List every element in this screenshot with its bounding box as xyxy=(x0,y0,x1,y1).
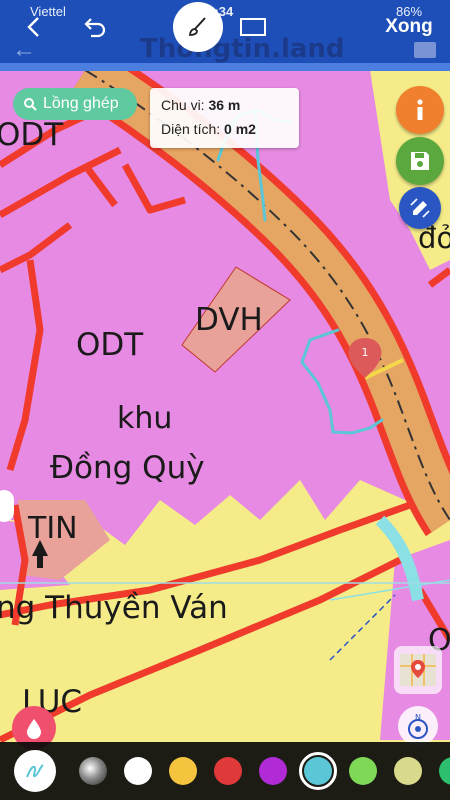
info-icon xyxy=(417,99,423,120)
selected-swatch-ring xyxy=(299,752,337,790)
color-swatch-2[interactable] xyxy=(124,757,152,785)
map-thumbnail-icon xyxy=(400,654,436,686)
map-text-khu: khu xyxy=(117,401,172,436)
perimeter-label: Chu vi: xyxy=(161,97,205,113)
back-chevron-icon xyxy=(27,17,39,37)
side-drag-handle[interactable] xyxy=(0,490,14,522)
top-bar: Viettel 14:34 86% ← Thongtin.land Xong xyxy=(0,0,450,71)
color-swatch-1[interactable] xyxy=(79,757,107,785)
info-button[interactable] xyxy=(396,86,444,134)
color-swatch-9[interactable] xyxy=(439,757,450,785)
profile-icon xyxy=(414,42,436,58)
brush-tool-button[interactable] xyxy=(173,2,223,52)
color-swatch-3[interactable] xyxy=(169,757,197,785)
shape-tool-button[interactable] xyxy=(236,12,270,42)
done-button[interactable]: Xong xyxy=(374,10,444,44)
area-row: Diện tích: 0 m2 xyxy=(161,121,256,137)
rectangle-icon xyxy=(240,18,266,36)
drop-icon xyxy=(27,719,41,739)
color-swatch-8[interactable] xyxy=(394,757,422,785)
pen-squiggle-icon xyxy=(26,764,44,778)
zone-label-tin: TIN xyxy=(27,511,78,546)
measurement-box: Chu vi: 36 m Diện tích: 0 m2 xyxy=(150,88,299,148)
area-value: 0 m2 xyxy=(224,121,256,137)
map-screen: ODT ODT DVH khu Đồng Quỳ TIN ng Thuyền V… xyxy=(0,0,450,800)
area-label: Diện tích: xyxy=(161,121,221,137)
pen-tool-button[interactable] xyxy=(14,750,56,792)
compass-button[interactable]: N xyxy=(398,706,438,746)
color-swatch-5[interactable] xyxy=(259,757,287,785)
color-swatch-4[interactable] xyxy=(214,757,242,785)
color-swatch-7[interactable] xyxy=(349,757,377,785)
layer-toggle-button[interactable]: Lồng ghép xyxy=(13,88,137,120)
perimeter-value: 36 m xyxy=(208,97,241,113)
color-palette-bar xyxy=(0,742,450,800)
basemap-button[interactable] xyxy=(394,646,442,694)
perimeter-row: Chu vi: 36 m xyxy=(161,97,240,113)
undo-icon xyxy=(84,18,106,38)
back-button[interactable] xyxy=(18,10,52,44)
marker-number: 1 xyxy=(362,346,369,359)
save-icon xyxy=(411,152,429,170)
search-icon xyxy=(24,98,37,111)
compass-icon: N xyxy=(408,713,428,739)
map-text-thuyen-van: ng Thuyền Ván xyxy=(0,590,228,626)
undo-button[interactable] xyxy=(78,10,112,44)
zone-label-dvh: DVH xyxy=(195,302,263,338)
draw-area-button[interactable] xyxy=(399,187,441,229)
save-button[interactable] xyxy=(396,137,444,185)
map-text-dong-quy: Đồng Quỳ xyxy=(50,450,205,486)
layer-toggle-label: Lồng ghép xyxy=(43,95,119,112)
brush-icon xyxy=(189,17,206,36)
app-bar-underline xyxy=(0,63,450,71)
draw-area-icon xyxy=(410,198,430,218)
zone-label-odt-top: ODT xyxy=(0,117,64,153)
zone-label-odt: ODT xyxy=(76,327,144,363)
